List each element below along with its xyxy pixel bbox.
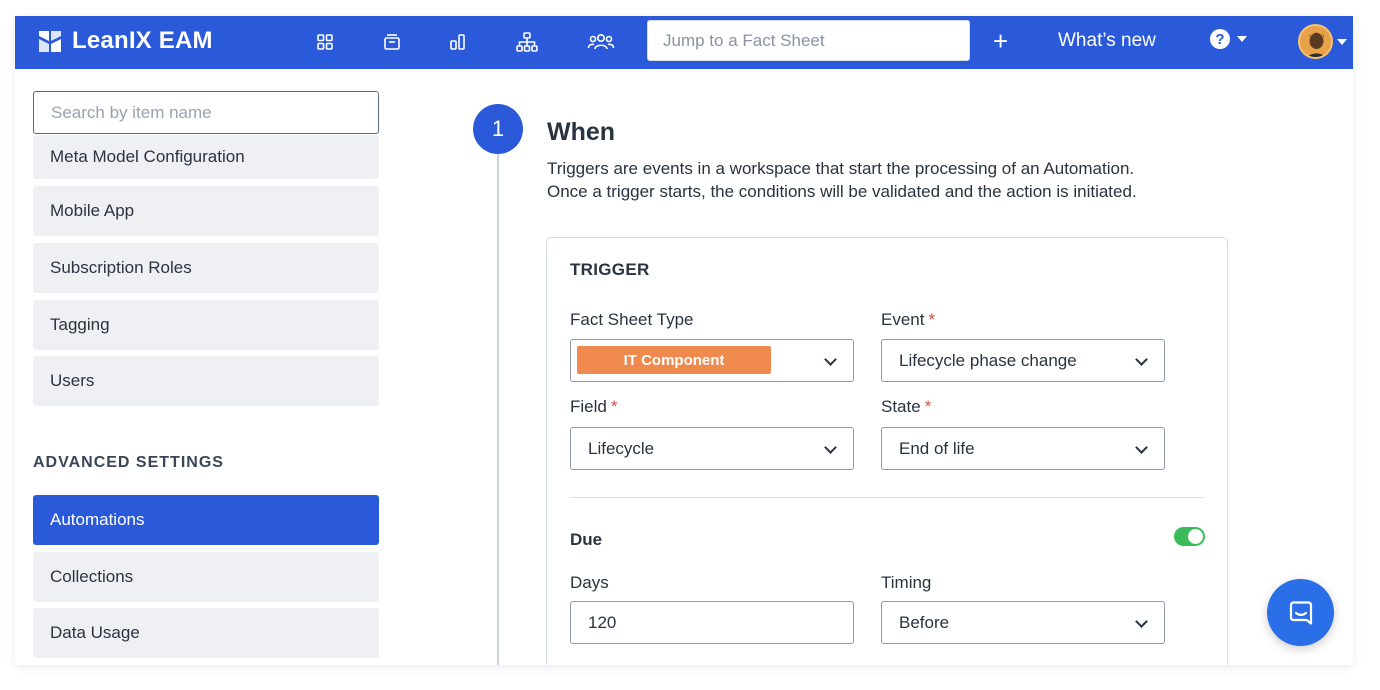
user-menu-button[interactable]: [1298, 24, 1347, 59]
sidebar-item-label: Tagging: [50, 315, 110, 334]
divider: [570, 497, 1205, 498]
chat-support-button[interactable]: [1267, 579, 1334, 646]
due-label: Due: [570, 530, 603, 549]
days-label: Days: [570, 573, 609, 592]
logo[interactable]: LeanIX EAM: [37, 27, 213, 55]
bar-chart-icon[interactable]: [446, 30, 470, 54]
timing-label: Timing: [881, 573, 932, 592]
chevron-down-icon: [824, 441, 837, 454]
help-icon: ?: [1210, 29, 1230, 49]
chevron-down-icon: [1135, 441, 1148, 454]
field-label: Field *: [570, 397, 618, 416]
leanix-logo-icon: [39, 31, 61, 52]
section-description-line-2: Once a trigger starts, the conditions wi…: [547, 182, 1137, 201]
step-number-badge: 1: [473, 104, 523, 154]
fact-sheet-type-label: Fact Sheet Type: [570, 310, 694, 329]
event-select-value: Lifecycle phase change: [899, 350, 1077, 370]
state-select-value: End of life: [899, 438, 975, 458]
whats-new-link[interactable]: What’s new: [1058, 30, 1156, 52]
sidebar-item-collections[interactable]: Collections: [33, 552, 379, 602]
section-description-line-1: Triggers are events in a workspace that …: [547, 159, 1135, 178]
sidebar-item-subscription-roles[interactable]: Subscription Roles: [33, 243, 379, 293]
days-input[interactable]: 120: [570, 601, 854, 644]
trigger-card: TRIGGER Fact Sheet Type IT Component Eve…: [546, 237, 1228, 665]
state-label: State *: [881, 397, 932, 416]
sidebar-item-label: Subscription Roles: [50, 258, 192, 277]
advanced-settings-header: ADVANCED SETTINGS: [33, 454, 224, 471]
sidebar-item-label: Mobile App: [50, 201, 135, 220]
required-marker: *: [924, 397, 932, 416]
sidebar-item-label: Collections: [50, 567, 134, 586]
chevron-down-icon: [824, 353, 837, 366]
top-navigation-bar: LeanIX EAM + What’s new ?: [15, 16, 1353, 69]
days-input-value: 120: [588, 612, 617, 632]
sidebar-item-data-usage[interactable]: Data Usage: [33, 608, 379, 658]
event-select[interactable]: Lifecycle phase change: [881, 339, 1165, 382]
add-button[interactable]: +: [993, 26, 1008, 57]
due-toggle[interactable]: [1174, 527, 1205, 546]
sidebar-item-label: Data Usage: [50, 623, 140, 642]
required-marker: *: [610, 397, 618, 416]
chevron-down-icon: [1135, 353, 1148, 366]
fact-sheet-type-select[interactable]: IT Component: [570, 339, 854, 382]
event-label: Event *: [881, 310, 936, 329]
avatar: [1298, 24, 1333, 59]
chevron-down-icon: [1337, 38, 1347, 45]
required-marker: *: [928, 310, 936, 329]
timing-select[interactable]: Before: [881, 601, 1165, 644]
trigger-title: TRIGGER: [570, 260, 650, 279]
sidebar-item-label: Meta Model Configuration: [50, 147, 245, 166]
step-timeline-line: [497, 154, 499, 665]
field-select[interactable]: Lifecycle: [570, 427, 854, 470]
hierarchy-icon[interactable]: [515, 30, 539, 54]
section-title: When: [547, 118, 616, 146]
chevron-down-icon: [1135, 615, 1148, 628]
help-menu-button[interactable]: ?: [1210, 29, 1247, 49]
sidebar-item-automations[interactable]: Automations: [33, 495, 379, 545]
timing-select-value: Before: [899, 612, 950, 632]
state-select[interactable]: End of life: [881, 427, 1165, 470]
jump-to-fact-sheet-input[interactable]: [647, 20, 970, 61]
sidebar-item-mobile-app[interactable]: Mobile App: [33, 186, 379, 236]
sidebar-item-tagging[interactable]: Tagging: [33, 300, 379, 350]
sidebar-item-label: Users: [50, 371, 95, 390]
sidebar-item-users[interactable]: Users: [33, 356, 379, 406]
people-icon[interactable]: [587, 30, 615, 54]
app-name: LeanIX EAM: [72, 27, 213, 54]
chevron-down-icon: [1237, 36, 1247, 42]
sidebar-item-meta-model-configuration[interactable]: Meta Model Configuration: [33, 135, 379, 179]
chat-icon: [1289, 600, 1312, 625]
grid-icon[interactable]: [313, 30, 337, 54]
sidebar-item-label: Automations: [50, 510, 145, 529]
toggle-knob: [1188, 529, 1203, 544]
sidebar-search-input[interactable]: [33, 91, 379, 134]
field-select-value: Lifecycle: [588, 438, 655, 458]
inbox-icon[interactable]: [380, 30, 404, 54]
app-window: LeanIX EAM + What’s new ?: [15, 16, 1353, 665]
fact-sheet-type-chip: IT Component: [577, 346, 771, 374]
settings-sidebar: Meta Model Configuration Mobile App Subs…: [33, 91, 379, 658]
